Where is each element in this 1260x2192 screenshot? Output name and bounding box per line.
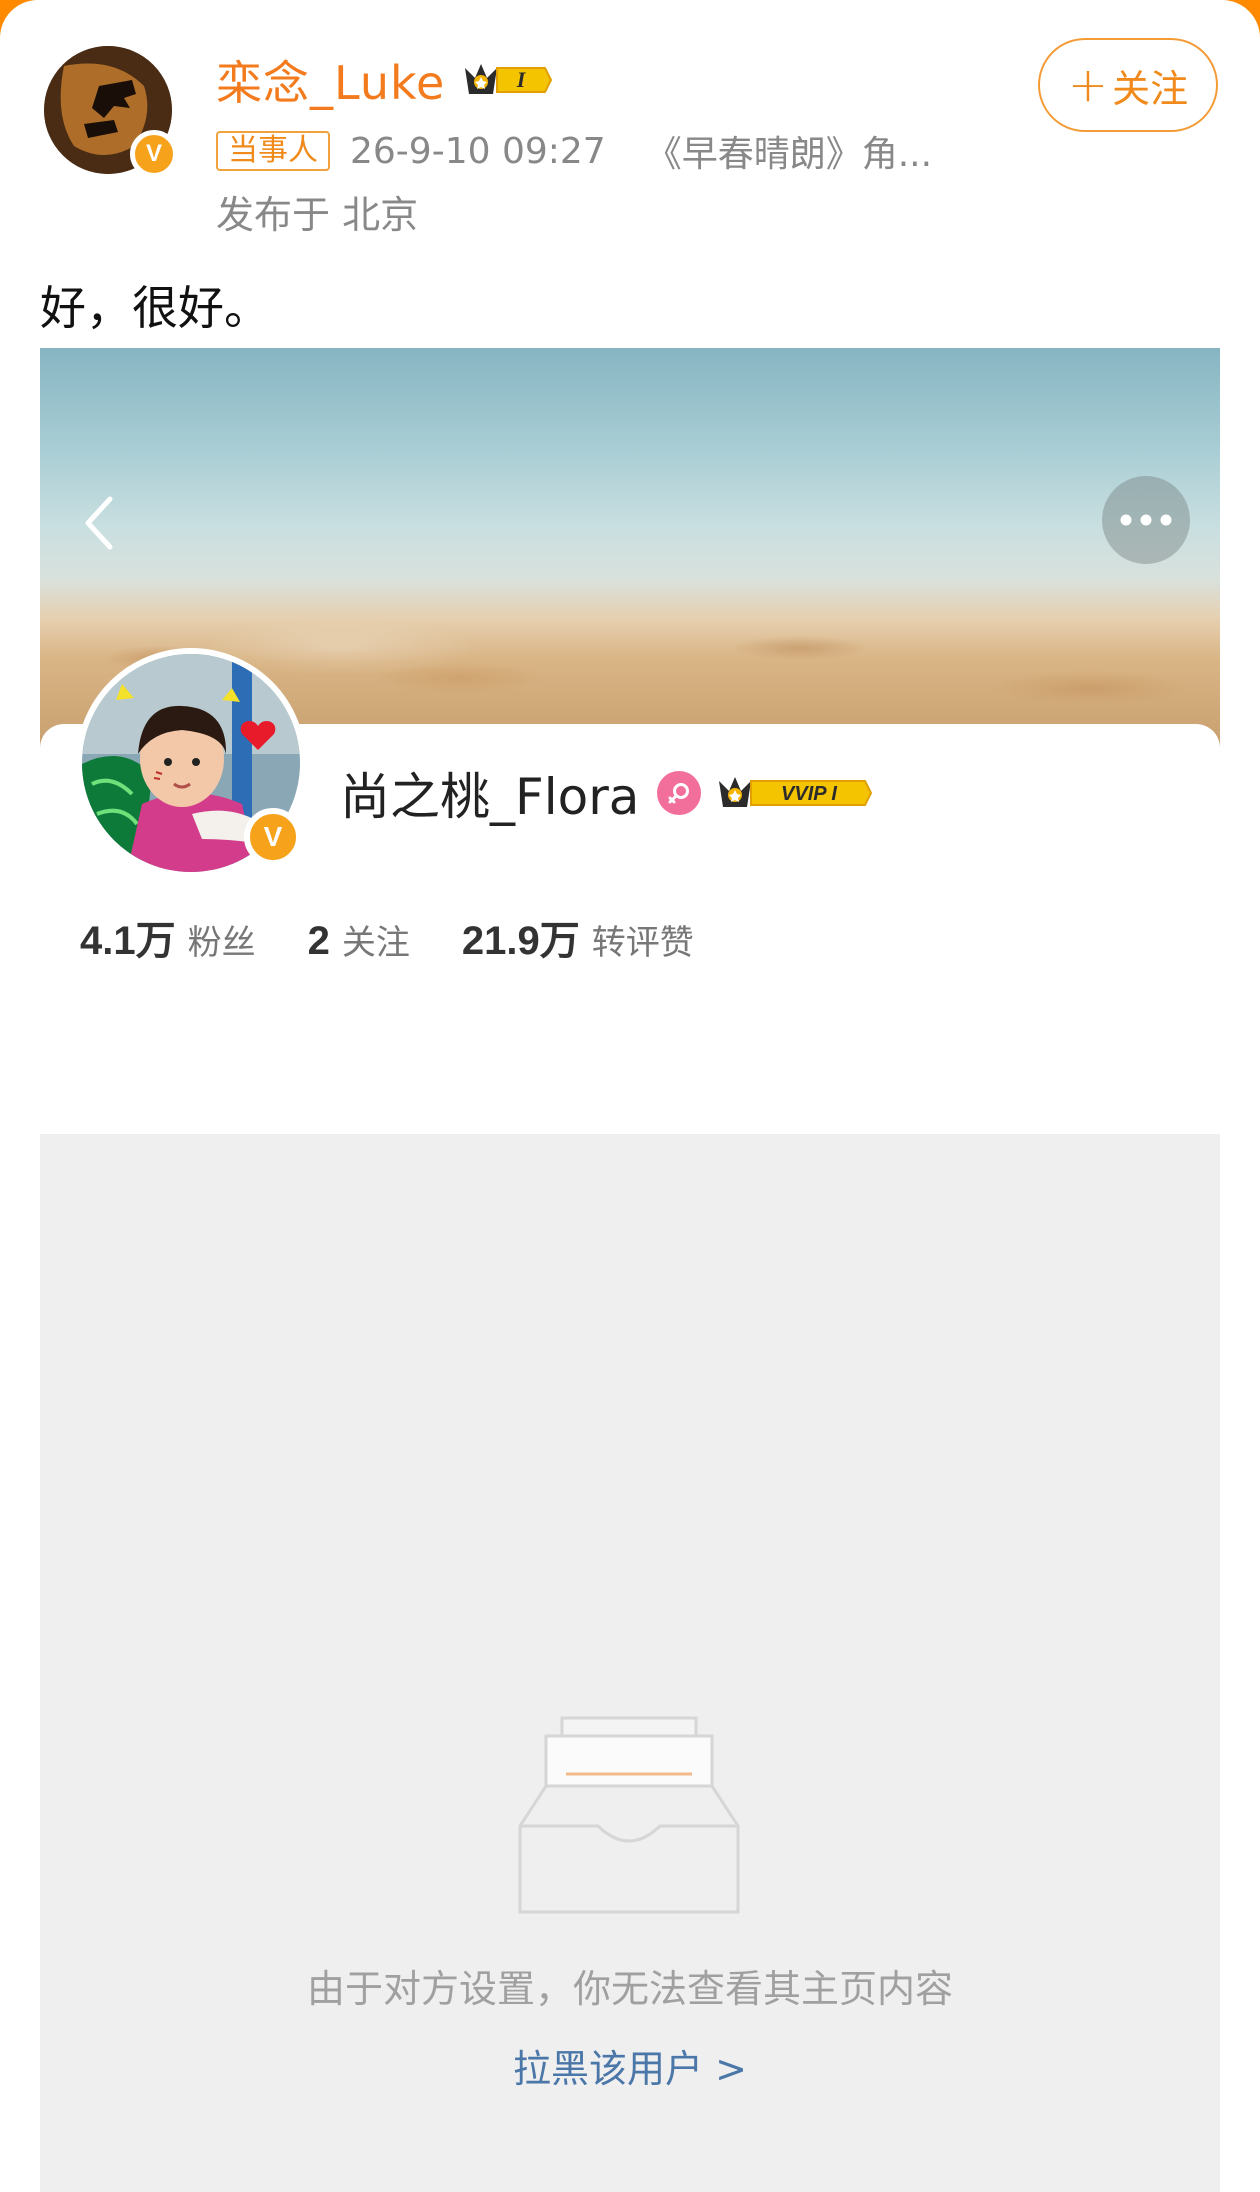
female-icon [657, 771, 702, 815]
post-meta-row: 当事人 26-9-10 09:27 《早春晴朗》角... [216, 126, 932, 176]
profile-name-row: 尚之桃_Flora VVIP I [340, 758, 875, 828]
chevron-left-icon [85, 496, 113, 550]
profile-name: 尚之桃_Flora [340, 768, 640, 826]
following-count[interactable]: 2 [308, 919, 330, 964]
blocked-content-area: 由于对方设置，你无法查看其主页内容 拉黑该用户 > [40, 1134, 1220, 2192]
post-location: 发布于 北京 [216, 193, 419, 237]
vvip-badge[interactable]: VVIP I [715, 769, 875, 817]
author-row: 栾念_Luke I [216, 50, 553, 110]
post-source[interactable]: 《早春晴朗》角... [646, 125, 932, 177]
blocked-message: 由于对方设置，你无法查看其主页内容 [306, 1967, 953, 2011]
vvip-badge-text: VVIP I [781, 783, 837, 805]
plus-icon: + [1067, 57, 1109, 113]
post-image[interactable]: V 尚之桃_Flora VVIP I 4.1万 粉丝 2 关注 21.9万 转评… [40, 348, 1220, 2192]
profile-verified-badge-icon: V [244, 808, 302, 866]
empty-inbox-icon [518, 1716, 740, 1916]
crown-rank-badge[interactable]: I [461, 56, 553, 104]
author-name[interactable]: 栾念_Luke [216, 47, 445, 113]
follow-button[interactable]: + 关注 [1038, 38, 1218, 132]
interactions-count: 21.9万 [461, 919, 580, 963]
followers-count[interactable]: 4.1万 [80, 908, 176, 966]
more-button[interactable] [1102, 476, 1190, 564]
following-label[interactable]: 关注 [342, 915, 410, 964]
party-tag: 当事人 [216, 131, 330, 171]
post-text: 好，很好。 [40, 281, 270, 335]
post-card: V 栾念_Luke I 当事人 26-9-10 09:27 《早春晴朗》角...… [0, 0, 1260, 2192]
more-dots-icon [1120, 514, 1172, 526]
follow-label: 关注 [1112, 66, 1189, 111]
back-button[interactable] [70, 488, 130, 558]
interactions-label: 转评赞 [591, 923, 694, 963]
followers-label[interactable]: 粉丝 [188, 915, 256, 964]
block-user-link[interactable]: 拉黑该用户 > [40, 2038, 1220, 2093]
verified-badge-icon: V [130, 130, 178, 178]
rank-level-text: I [516, 67, 527, 92]
profile-stats: 4.1万 粉丝 2 关注 21.9万 转评赞 [80, 908, 746, 966]
post-timestamp: 26-9-10 09:27 [350, 130, 606, 172]
